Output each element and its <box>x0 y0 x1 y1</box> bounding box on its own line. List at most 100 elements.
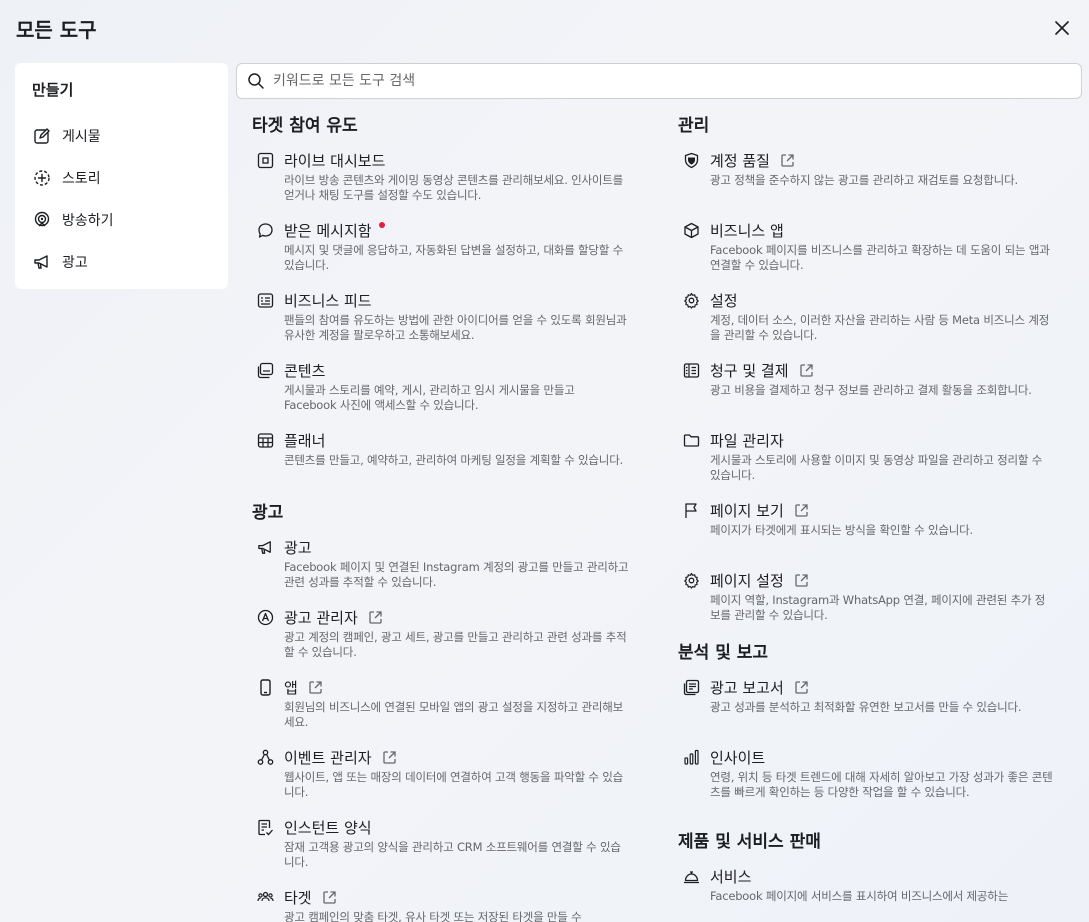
tool-name: 페이지 보기 <box>710 501 784 520</box>
form-icon <box>255 817 275 837</box>
tool-billing[interactable]: 청구 및 결제 광고 비용을 결제하고 청구 정보를 관리하고 결제 활동을 조… <box>678 357 1058 427</box>
close-icon <box>1055 21 1069 35</box>
tool-description: 게시물과 스토리를 예약, 게시, 관리하고 임시 게시물을 만들고 Faceb… <box>284 383 575 412</box>
right-column: 관리 계정 품질 광고 정책을 준수하지 않는 광고를 관리하고 재검토를 요청… <box>678 112 1058 922</box>
tool-description: 게시물과 스토리에 사용할 이미지 및 동영상 파일을 관리하고 정리할 수 있… <box>710 453 1043 482</box>
tool-name: 광고 보고서 <box>710 678 784 697</box>
tool-name: 비즈니스 피드 <box>284 291 372 310</box>
tool-name: 앱 <box>284 678 298 697</box>
external-link-icon <box>794 680 809 695</box>
left-column: 타겟 참여 유도 라이브 대시보드 라이브 방송 콘텐츠와 게이밍 동영상 콘텐… <box>252 112 632 922</box>
tool-name: 이벤트 관리자 <box>284 748 372 767</box>
tool-insights[interactable]: 인사이트 연령, 위치 등 타겟 트렌드에 대해 자세히 알아보고 가장 성과가… <box>678 744 1058 828</box>
tool-file-manager[interactable]: 파일 관리자 게시물과 스토리에 사용할 이미지 및 동영상 파일을 관리하고 … <box>678 427 1058 497</box>
tool-description: 광고 캠페인의 맞춤 타겟, 유사 타겟 또는 저장된 타겟을 만들 수 <box>284 910 582 922</box>
tool-description: 광고 비용을 결제하고 청구 정보를 관리하고 결제 활동을 조회합니다. <box>710 383 1032 397</box>
sidebar-item-post[interactable]: 게시물 <box>32 115 222 157</box>
create-sidebar: 만들기 게시물 스토리 방송하기 광고 <box>15 63 228 289</box>
tool-ads[interactable]: 광고 Facebook 페이지 및 연결된 Instagram 계정의 광고를 … <box>252 534 632 604</box>
tool-description: 회원님의 비즈니스에 연결된 모바일 앱의 광고 설정을 지정하고 관리해보세요… <box>284 700 624 729</box>
tool-planner[interactable]: 플래너 콘텐츠를 만들고, 예약하고, 관리하여 마케팅 일정을 계획할 수 있… <box>252 427 632 497</box>
sidebar-title: 만들기 <box>32 81 74 99</box>
mobile-phone-icon <box>255 677 275 697</box>
section-title-manage: 관리 <box>678 116 710 136</box>
tool-description: 페이지 역할, Instagram과 WhatsApp 연결, 페이지에 관련된… <box>710 593 1046 622</box>
story-icon <box>32 168 52 188</box>
gear-icon <box>681 290 701 310</box>
sidebar-item-story[interactable]: 스토리 <box>32 157 222 199</box>
tool-name: 페이지 설정 <box>710 571 784 590</box>
flag-icon <box>681 500 701 520</box>
tool-instant-forms[interactable]: 인스턴트 양식 잠재 고객용 광고의 양식을 관리하고 CRM 소프트웨어를 연… <box>252 814 632 884</box>
tool-name: 타겟 <box>284 888 312 907</box>
billing-icon <box>681 360 701 380</box>
service-bell-icon <box>681 866 701 886</box>
external-link-icon <box>799 363 814 378</box>
section-title-ads: 광고 <box>252 503 284 523</box>
external-link-icon <box>322 890 337 905</box>
tool-description: 연령, 위치 등 타겟 트렌드에 대해 자세히 알아보고 가장 성과가 좋은 콘… <box>710 770 1053 799</box>
header: 모든 도구 <box>0 0 1089 56</box>
megaphone-icon <box>255 537 275 557</box>
folder-icon <box>681 430 701 450</box>
section-title-analytics: 분석 및 보고 <box>678 643 769 663</box>
tool-name: 설정 <box>710 291 738 310</box>
sidebar-item-label: 스토리 <box>62 171 101 187</box>
tool-name: 콘텐츠 <box>284 361 326 380</box>
tool-name: 계정 품질 <box>710 151 770 170</box>
ads-manager-icon <box>255 607 275 627</box>
close-button[interactable] <box>1050 16 1074 40</box>
tool-name: 받은 메시지함 <box>284 221 372 240</box>
search-bar[interactable] <box>236 63 1082 99</box>
search-icon <box>247 71 267 91</box>
tool-audience[interactable]: 타겟 광고 캠페인의 맞춤 타겟, 유사 타겟 또는 저장된 타겟을 만들 수 <box>252 884 632 922</box>
tool-page-view[interactable]: 페이지 보기 페이지가 타겟에게 표시되는 방식을 확인할 수 있습니다. <box>678 497 1058 567</box>
content-icon <box>255 360 275 380</box>
tool-description: Facebook 페이지 및 연결된 Instagram 계정의 광고를 만들고… <box>284 560 629 589</box>
tool-description: 라이브 방송 콘텐츠와 게이밍 동영상 콘텐츠를 관리해보세요. 인사이트를 얻… <box>284 173 624 202</box>
tool-description: 메시지 및 댓글에 응답하고, 자동화된 답변을 설정하고, 대화를 할당할 수… <box>284 243 624 272</box>
tool-name: 청구 및 결제 <box>710 361 789 380</box>
sidebar-item-ad[interactable]: 광고 <box>32 241 222 283</box>
search-input[interactable] <box>273 73 1053 89</box>
tool-live-dashboard[interactable]: 라이브 대시보드 라이브 방송 콘텐츠와 게이밍 동영상 콘텐츠를 관리해보세요… <box>252 147 632 217</box>
tool-account-quality[interactable]: 계정 품질 광고 정책을 준수하지 않는 광고를 관리하고 재검토를 요청합니다… <box>678 147 1058 217</box>
calendar-icon <box>255 430 275 450</box>
feed-icon <box>255 290 275 310</box>
megaphone-icon <box>32 252 52 272</box>
tool-content[interactable]: 콘텐츠 게시물과 스토리를 예약, 게시, 관리하고 임시 게시물을 만들고 F… <box>252 357 632 427</box>
tool-events-manager[interactable]: 이벤트 관리자 웹사이트, 앱 또는 매장의 데이터에 연결하여 고객 행동을 … <box>252 744 632 814</box>
page-title: 모든 도구 <box>16 18 97 42</box>
external-link-icon <box>368 610 383 625</box>
external-link-icon <box>308 680 323 695</box>
tool-description: Facebook 페이지에 서비스를 표시하여 비즈니스에서 제공하는 <box>710 889 1009 903</box>
tool-name: 광고 관리자 <box>284 608 358 627</box>
tool-ads-reporting[interactable]: 광고 보고서 광고 성과를 분석하고 최적화할 유연한 보고서를 만들 수 있습… <box>678 674 1058 744</box>
sidebar-item-label: 방송하기 <box>62 213 114 229</box>
tool-business-feed[interactable]: 비즈니스 피드 팬들의 참여를 유도하는 방법에 관한 아이디어를 얻을 수 있… <box>252 287 632 357</box>
tool-services[interactable]: 서비스 Facebook 페이지에 서비스를 표시하여 비즈니스에서 제공하는 <box>678 863 1058 922</box>
tool-ads-manager[interactable]: 광고 관리자 광고 계정의 캠페인, 광고 세트, 광고를 만들고 관리하고 관… <box>252 604 632 674</box>
tool-name: 라이브 대시보드 <box>284 151 386 170</box>
tool-app[interactable]: 앱 회원님의 비즈니스에 연결된 모바일 앱의 광고 설정을 지정하고 관리해보… <box>252 674 632 744</box>
notification-dot <box>378 222 385 228</box>
tool-name: 플래너 <box>284 431 326 450</box>
external-link-icon <box>780 153 795 168</box>
tool-business-apps[interactable]: 비즈니스 앱 Facebook 페이지를 비즈니스를 관리하고 확장하는 데 도… <box>678 217 1058 287</box>
tool-description: 잠재 고객용 광고의 양식을 관리하고 CRM 소프트웨어를 연결할 수 있습니… <box>284 840 621 869</box>
live-dashboard-icon <box>255 150 275 170</box>
sidebar-item-broadcast[interactable]: 방송하기 <box>32 199 222 241</box>
events-network-icon <box>255 747 275 767</box>
shield-icon <box>681 150 701 170</box>
tool-description: 광고 계정의 캠페인, 광고 세트, 광고를 만들고 관리하고 관련 성과를 추… <box>284 630 627 659</box>
external-link-icon <box>382 750 397 765</box>
tool-page-settings[interactable]: 페이지 설정 페이지 역할, Instagram과 WhatsApp 연결, 페… <box>678 567 1058 637</box>
tool-settings[interactable]: 설정 계정, 데이터 소스, 이러한 자산을 관리하는 사람 등 Meta 비즈… <box>678 287 1058 357</box>
tool-description: 웹사이트, 앱 또는 매장의 데이터에 연결하여 고객 행동을 파악할 수 있습… <box>284 770 624 799</box>
sidebar-item-label: 게시물 <box>62 129 101 145</box>
tool-inbox[interactable]: 받은 메시지함 메시지 및 댓글에 응답하고, 자동화된 답변을 설정하고, 대… <box>252 217 632 287</box>
tool-name: 비즈니스 앱 <box>710 221 784 240</box>
broadcast-icon <box>32 210 52 230</box>
sidebar-item-label: 광고 <box>62 255 88 271</box>
tool-name: 인스턴트 양식 <box>284 818 372 837</box>
